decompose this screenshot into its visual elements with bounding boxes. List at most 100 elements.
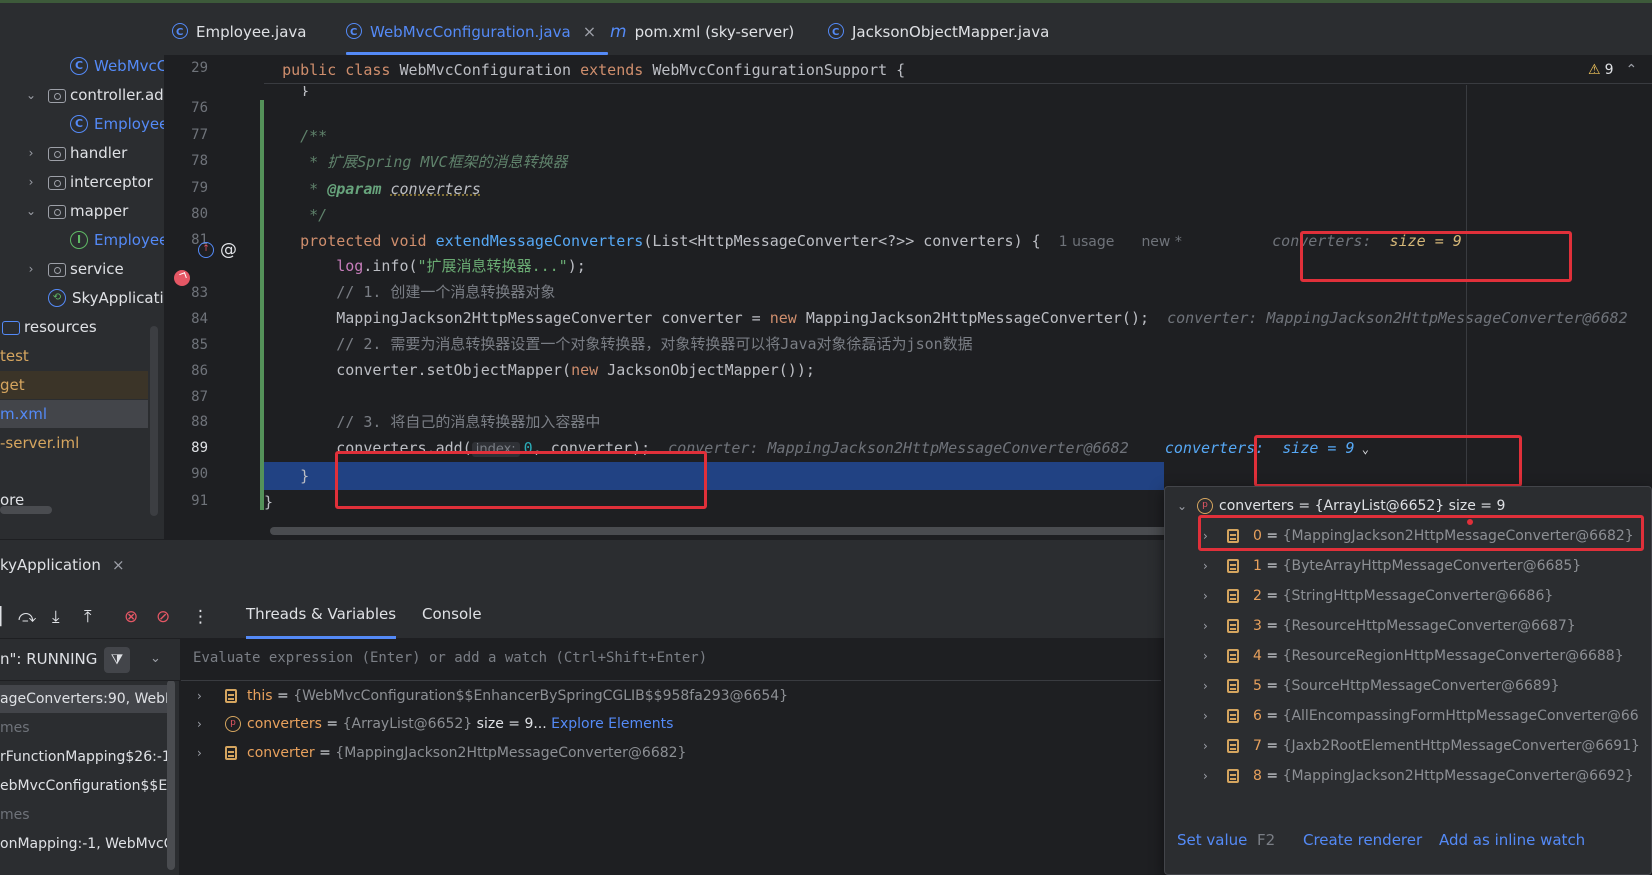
- tab-threads-variables[interactable]: Threads & Variables: [246, 605, 397, 639]
- chevron-down-icon[interactable]: ⌄: [1177, 491, 1187, 521]
- tab-label: Threads & Variables: [246, 605, 397, 623]
- variable-row-converter[interactable]: › converter = {MappingJackson2HttpMessag…: [181, 739, 1161, 767]
- tree-item-controller[interactable]: ⌄ controller.ad: [0, 81, 164, 109]
- warning-icon: ⚠: [1588, 62, 1601, 78]
- code-line-85: // 2. 需要为消息转换器设置一个对象转换器，对象转换器可以将Java对象徐磊…: [336, 335, 973, 353]
- chevron-up-icon[interactable]: ⌃: [1625, 62, 1637, 78]
- run-config-tab[interactable]: kyApplication: [0, 556, 101, 574]
- add-inline-watch-link[interactable]: Add as inline watch: [1439, 831, 1585, 849]
- mute-breakpoints-icon[interactable]: ⊘: [156, 607, 170, 627]
- frame-item[interactable]: onMapping:-1, WebMvcC: [0, 830, 175, 858]
- field-icon: [225, 746, 237, 760]
- popup-item-row[interactable]: › 4 = {ResourceRegionHttpMessageConverte…: [1165, 641, 1652, 671]
- chevron-right-icon[interactable]: ›: [24, 255, 38, 283]
- field-icon: [1227, 619, 1239, 633]
- chevron-down-icon[interactable]: ⌄: [24, 81, 38, 109]
- chevron-right-icon[interactable]: ›: [1203, 581, 1208, 611]
- annotation-box: [1198, 515, 1644, 551]
- frame-item[interactable]: mes: [0, 714, 175, 742]
- tab-employee-java[interactable]: Employee.java: [172, 6, 307, 59]
- breakpoint-icon[interactable]: [174, 270, 190, 286]
- popup-item-row[interactable]: › 7 = {Jaxb2RootElementHttpMessageConver…: [1165, 731, 1652, 761]
- tree-item-employee-controller[interactable]: C Employee: [0, 110, 164, 138]
- view-breakpoints-icon[interactable]: ⊗: [124, 607, 138, 627]
- variable-row-converters[interactable]: › p converters = {ArrayList@6652} size =…: [181, 710, 1161, 738]
- create-renderer-link[interactable]: Create renderer: [1303, 831, 1422, 849]
- tree-item-handler[interactable]: › handler: [0, 139, 164, 167]
- chevron-down-icon[interactable]: ⌄: [24, 197, 38, 225]
- editor-hscrollbar[interactable]: [270, 527, 1170, 535]
- popup-item-row[interactable]: › 5 = {SourceHttpMessageConverter@6689}: [1165, 671, 1652, 701]
- tab-label: pom.xml (sky-server): [634, 23, 795, 41]
- thread-selector[interactable]: n": RUNNING ⧩ ⌄: [0, 639, 180, 681]
- popup-item-row[interactable]: › 3 = {ResourceHttpMessageConverter@6687…: [1165, 611, 1652, 641]
- chevron-right-icon[interactable]: ›: [1203, 701, 1208, 731]
- set-value-link[interactable]: Set value: [1177, 831, 1247, 849]
- parameter-icon: p: [225, 716, 241, 732]
- folder-icon: [48, 205, 66, 219]
- chevron-right-icon[interactable]: ›: [197, 739, 202, 767]
- tree-item-target[interactable]: get: [0, 371, 148, 399]
- chevron-right-icon[interactable]: ›: [24, 139, 38, 167]
- tree-item-webmvcconfiguration[interactable]: C WebMvcC: [0, 52, 164, 80]
- tree-item-test[interactable]: test: [0, 342, 164, 370]
- frame-item[interactable]: rFunctionMapping$26:-1: [0, 743, 175, 771]
- close-icon[interactable]: ×: [112, 556, 125, 574]
- more-icon[interactable]: ⋮: [192, 607, 209, 627]
- tab-webmvcconfiguration-java[interactable]: WebMvcConfiguration.java ×: [346, 6, 596, 59]
- tab-label: JacksonObjectMapper.java: [852, 23, 1050, 41]
- chevron-right-icon[interactable]: ›: [1203, 641, 1208, 671]
- chevron-right-icon[interactable]: ›: [1203, 731, 1208, 761]
- tree-item-iml[interactable]: -server.iml: [0, 429, 164, 457]
- chevron-right-icon[interactable]: ›: [197, 682, 202, 710]
- popup-item-row[interactable]: › 1 = {ByteArrayHttpMessageConverter@668…: [1165, 551, 1652, 581]
- step-over-icon[interactable]: ⤼: [18, 607, 36, 627]
- chevron-right-icon[interactable]: ›: [24, 168, 38, 196]
- tree-item-service[interactable]: › service: [0, 255, 164, 283]
- popup-item-row[interactable]: › 6 = {AllEncompassingFormHttpMessageCon…: [1165, 701, 1652, 731]
- tree-item-skyapplication[interactable]: ⟲ SkyApplicati: [0, 284, 164, 312]
- code-line-83: // 1. 创建一个消息转换器对象: [336, 283, 556, 301]
- popup-item-row[interactable]: › 8 = {MappingJackson2HttpMessageConvert…: [1165, 761, 1652, 791]
- frame-item[interactable]: ageConverters:90, WebM: [0, 685, 175, 713]
- class-icon: [346, 7, 362, 59]
- frame-item[interactable]: mes: [0, 801, 175, 829]
- annotation-box: [1300, 231, 1572, 282]
- thread-label[interactable]: n": RUNNING: [0, 650, 97, 668]
- step-out-icon[interactable]: ⤒: [84, 607, 92, 627]
- tab-jacksonobjectmapper-java[interactable]: JacksonObjectMapper.java: [828, 6, 1050, 59]
- line-number: 84: [191, 311, 208, 327]
- parameter-icon: p: [1197, 498, 1213, 514]
- tree-item-label: SkyApplicati: [72, 289, 164, 307]
- variables-panel: › this = {WebMvcConfiguration$$EnhancerB…: [181, 682, 1161, 875]
- maven-icon: m: [610, 22, 627, 42]
- evaluate-expression-input[interactable]: [193, 650, 1133, 666]
- tree-scrollbar[interactable]: [150, 326, 158, 516]
- tree-item-interceptor[interactable]: › interceptor: [0, 168, 164, 196]
- tree-item-pom[interactable]: m.xml: [0, 400, 148, 428]
- step-into-icon[interactable]: ⤓: [52, 607, 60, 627]
- frames-scrollbar[interactable]: [167, 680, 175, 870]
- tree-hscrollbar[interactable]: [0, 506, 52, 514]
- override-icon[interactable]: ↑: [198, 242, 214, 258]
- frame-item[interactable]: ebMvcConfiguration$$E: [0, 772, 175, 800]
- chevron-down-icon[interactable]: ⌄: [150, 651, 161, 666]
- tab-console[interactable]: Console: [422, 605, 482, 639]
- tab-pom-xml[interactable]: m pom.xml (sky-server): [610, 6, 794, 56]
- explore-elements-link[interactable]: Explore Elements: [547, 716, 673, 732]
- filter-icon[interactable]: ⧩: [104, 647, 130, 673]
- chevron-right-icon[interactable]: ›: [1203, 761, 1208, 791]
- chevron-right-icon[interactable]: ›: [1203, 611, 1208, 641]
- rerun-icon[interactable]: ▏: [0, 607, 13, 627]
- tree-item-employee-mapper[interactable]: I Employee: [0, 226, 164, 254]
- annotation-icon[interactable]: @: [220, 240, 237, 260]
- tree-item-resources[interactable]: resources: [0, 313, 164, 341]
- chevron-right-icon[interactable]: ›: [197, 710, 202, 738]
- chevron-right-icon[interactable]: ›: [1203, 551, 1208, 581]
- popup-item-row[interactable]: › 2 = {StringHttpMessageConverter@6686}: [1165, 581, 1652, 611]
- variable-row-this[interactable]: › this = {WebMvcConfiguration$$EnhancerB…: [181, 682, 1161, 710]
- warnings-indicator[interactable]: ⚠ 9 ⌃: [1588, 62, 1637, 78]
- chevron-right-icon[interactable]: ›: [1203, 671, 1208, 701]
- tree-item-mapper[interactable]: ⌄ mapper: [0, 197, 164, 225]
- close-icon[interactable]: ×: [583, 22, 596, 41]
